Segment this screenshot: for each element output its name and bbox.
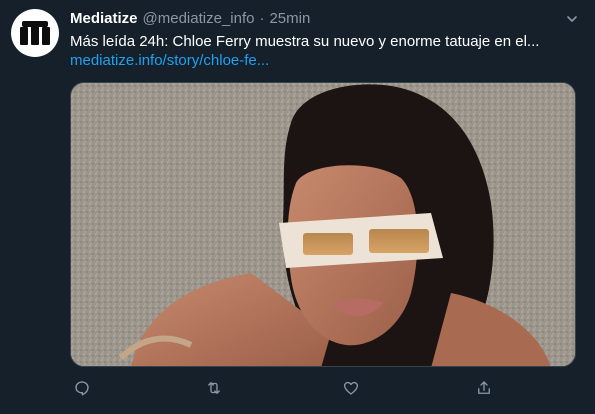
media-photo xyxy=(71,83,575,366)
author-name[interactable]: Mediatize xyxy=(70,9,138,29)
heart-icon xyxy=(343,381,359,395)
author-handle[interactable]: @mediatize_info xyxy=(143,9,255,29)
tweet-text: Más leída 24h: Chloe Ferry muestra su nu… xyxy=(70,33,540,50)
author-avatar[interactable] xyxy=(11,9,59,57)
tweet-timestamp[interactable]: 25min xyxy=(269,9,310,29)
tweet-media-image[interactable] xyxy=(70,82,576,367)
share-icon xyxy=(478,381,490,394)
retweet-button[interactable] xyxy=(202,376,226,400)
tweet-card[interactable]: Mediatize @mediatize_info · 25min Más le… xyxy=(0,0,595,414)
share-button[interactable] xyxy=(472,376,496,400)
avatar-logo-bar xyxy=(22,21,48,27)
header-separator: · xyxy=(259,10,265,27)
like-button[interactable] xyxy=(339,376,363,400)
more-options-button[interactable] xyxy=(561,8,583,30)
chevron-down-icon xyxy=(567,16,577,22)
reply-button[interactable] xyxy=(70,376,94,400)
tweet-header: Mediatize @mediatize_info · 25min xyxy=(70,9,310,29)
tweet-link[interactable]: mediatize.info/story/chloe-fe... xyxy=(70,51,269,71)
reply-icon xyxy=(75,381,89,396)
tweet-actions xyxy=(70,376,510,400)
retweet-icon xyxy=(208,382,220,394)
